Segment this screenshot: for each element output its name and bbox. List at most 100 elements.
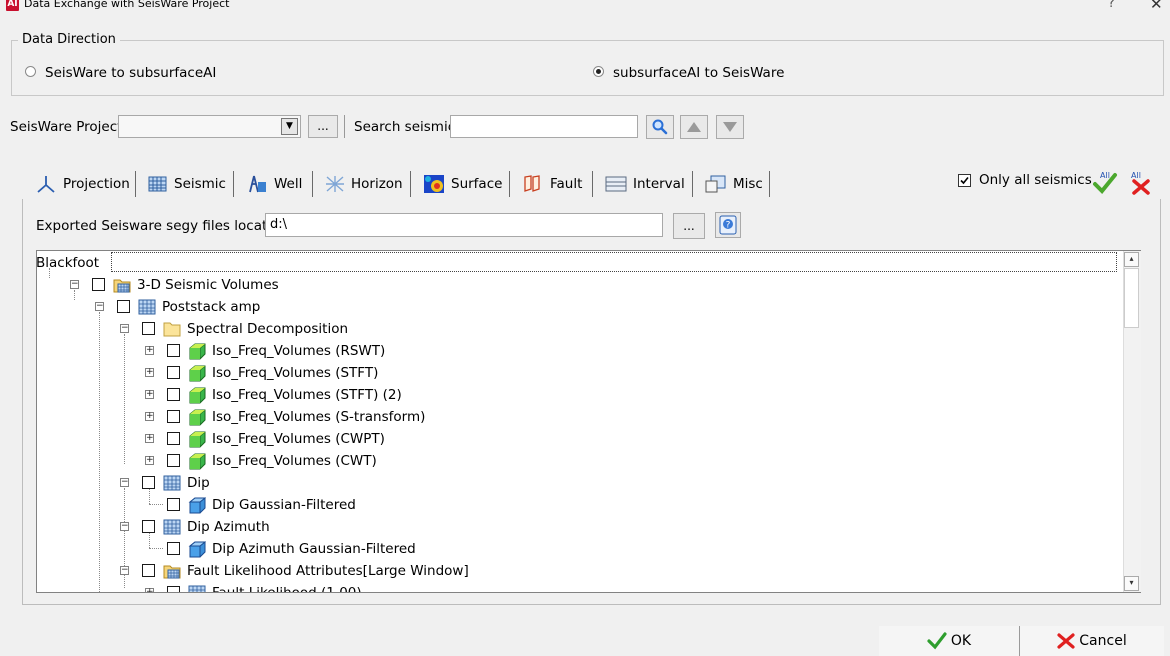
projection-icon <box>37 176 55 193</box>
ok-label: OK <box>950 633 972 649</box>
collapse-icon[interactable]: − <box>70 280 79 289</box>
radio-seisware-to-subsurfaceai[interactable]: SeisWare to subsurfaceAI <box>25 65 225 82</box>
export-browse-button[interactable]: ... <box>673 213 705 239</box>
collapse-icon[interactable]: − <box>120 478 129 487</box>
checkbox-box[interactable] <box>958 174 971 187</box>
tree-row[interactable]: + Fault Likelihood (1.00) <box>37 582 1123 593</box>
expand-icon[interactable]: + <box>145 346 154 355</box>
green-cube-icon <box>188 364 206 382</box>
deselect-all-button[interactable]: All <box>1126 169 1154 195</box>
tab-label: Surface <box>451 176 503 192</box>
export-location-input[interactable]: d:\ <box>265 213 663 237</box>
help-info-button[interactable]: ? <box>715 212 741 238</box>
expand-icon[interactable]: + <box>145 588 154 592</box>
tab-well[interactable]: Well <box>236 171 313 197</box>
tab-seismic[interactable]: Seismic <box>138 171 234 197</box>
tab-label: Fault <box>550 176 583 192</box>
svg-text:?: ? <box>726 221 731 231</box>
tree-row[interactable]: + Iso_Freq_Volumes (CWPT) <box>37 428 1123 450</box>
tree-checkbox[interactable] <box>167 432 180 445</box>
collapse-icon[interactable]: − <box>95 302 104 311</box>
tree-label: Dip Azimuth Gaussian-Filtered <box>212 541 416 557</box>
seisware-project-combo[interactable]: ▼ <box>118 115 301 138</box>
move-down-button[interactable] <box>716 115 744 139</box>
tab-surface[interactable]: Surface <box>413 171 510 197</box>
tree-row[interactable]: + Iso_Freq_Volumes (S-transform) <box>37 406 1123 428</box>
volumes-folder-icon <box>163 562 181 580</box>
collapse-icon[interactable]: − <box>120 522 129 531</box>
tree-checkbox[interactable] <box>167 498 180 511</box>
expand-icon[interactable]: + <box>145 390 154 399</box>
project-browse-button[interactable]: ... <box>308 115 338 138</box>
tab-label: Well <box>274 176 303 192</box>
tree-checkbox[interactable] <box>167 344 180 357</box>
expand-icon[interactable]: + <box>145 456 154 465</box>
tab-horizon[interactable]: Horizon <box>315 171 411 197</box>
close-button[interactable]: ✕ <box>1150 0 1163 13</box>
tree-row[interactable]: Dip Azimuth Gaussian-Filtered <box>37 538 1123 560</box>
tree-checkbox[interactable] <box>167 366 180 379</box>
tree-label: Poststack amp <box>162 299 261 315</box>
tree-checkbox[interactable] <box>167 586 180 592</box>
tree-checkbox[interactable] <box>142 476 155 489</box>
select-all-button[interactable]: All <box>1091 169 1119 195</box>
tab-label: Interval <box>633 176 685 192</box>
tree-row[interactable]: Dip Gaussian-Filtered <box>37 494 1123 516</box>
scroll-up-button[interactable]: ▴ <box>1124 252 1139 267</box>
tab-fault[interactable]: Fault <box>512 171 593 197</box>
tree-checkbox[interactable] <box>142 520 155 533</box>
seismic-tree-view[interactable]: −Blackfoot−3-D Seismic Volumes−Poststack… <box>36 250 1141 593</box>
tree-row[interactable]: − Dip Azimuth <box>37 516 1123 538</box>
ok-button[interactable]: OK <box>879 626 1019 656</box>
green-cube-icon <box>188 452 206 470</box>
scrollbar-thumb[interactable] <box>1124 268 1139 328</box>
collapse-icon[interactable]: − <box>120 324 129 333</box>
tree-row[interactable]: − Fault Likelihood Attributes[Large Windo… <box>37 560 1123 582</box>
move-up-button[interactable] <box>680 115 708 139</box>
radio-indicator[interactable] <box>25 66 36 77</box>
tab-interval[interactable]: Interval <box>595 171 693 197</box>
radio-indicator-selected[interactable] <box>593 66 604 77</box>
search-button[interactable] <box>646 115 674 139</box>
tree-row[interactable]: + Iso_Freq_Volumes (STFT) <box>37 362 1123 384</box>
blue-cube-icon <box>188 496 207 514</box>
tree-row[interactable]: + Iso_Freq_Volumes (STFT) (2) <box>37 384 1123 406</box>
expand-icon[interactable]: + <box>145 412 154 421</box>
green-cube-icon <box>188 408 206 426</box>
expand-icon[interactable]: + <box>145 434 154 443</box>
radio-subsurfaceai-to-seisware[interactable]: subsurfaceAI to SeisWare <box>593 65 793 82</box>
collapse-icon[interactable]: − <box>120 566 129 575</box>
tree-checkbox[interactable] <box>167 410 180 423</box>
tree-checkbox[interactable] <box>142 322 155 335</box>
seismic-grid-icon <box>163 474 181 492</box>
tree-row[interactable]: − Poststack amp <box>37 296 1123 318</box>
help-button[interactable]: ? <box>1108 0 1115 11</box>
tree-label: Fault Likelihood (1.00) <box>212 585 362 593</box>
tree-checkbox[interactable] <box>167 542 180 555</box>
chevron-down-icon[interactable]: ▼ <box>281 118 298 135</box>
misc-icon <box>705 175 726 193</box>
tree-row[interactable]: − Spectral Decomposition <box>37 318 1123 340</box>
cancel-button[interactable]: Cancel <box>1019 626 1164 656</box>
tree-label: Iso_Freq_Volumes (RSWT) <box>212 343 386 359</box>
tree-checkbox[interactable] <box>167 388 180 401</box>
tree-checkbox[interactable] <box>142 564 155 577</box>
tree-row[interactable]: − 3-D Seismic Volumes <box>37 274 1123 296</box>
tab-misc[interactable]: Misc <box>695 171 770 197</box>
scroll-down-button[interactable]: ▾ <box>1124 576 1139 591</box>
tree-checkbox[interactable] <box>92 278 105 291</box>
radio-label: subsurfaceAI to SeisWare <box>613 65 785 81</box>
tree-row[interactable]: + Iso_Freq_Volumes (RSWT) <box>37 340 1123 362</box>
tree-checkbox[interactable] <box>167 454 180 467</box>
expand-icon[interactable]: + <box>145 368 154 377</box>
tree-row[interactable]: + Iso_Freq_Volumes (CWT) <box>37 450 1123 472</box>
tree-row[interactable]: −Blackfoot <box>37 252 1123 274</box>
seismic-grid-icon <box>188 584 206 592</box>
radio-label: SeisWare to subsurfaceAI <box>45 65 217 81</box>
tab-projection[interactable]: Projection <box>25 171 136 197</box>
search-seismic-input[interactable] <box>450 115 638 138</box>
tree-row[interactable]: − Dip <box>37 472 1123 494</box>
tree-label: Dip <box>187 475 210 491</box>
data-direction-legend: Data Direction <box>18 32 120 47</box>
tree-checkbox[interactable] <box>117 300 130 313</box>
